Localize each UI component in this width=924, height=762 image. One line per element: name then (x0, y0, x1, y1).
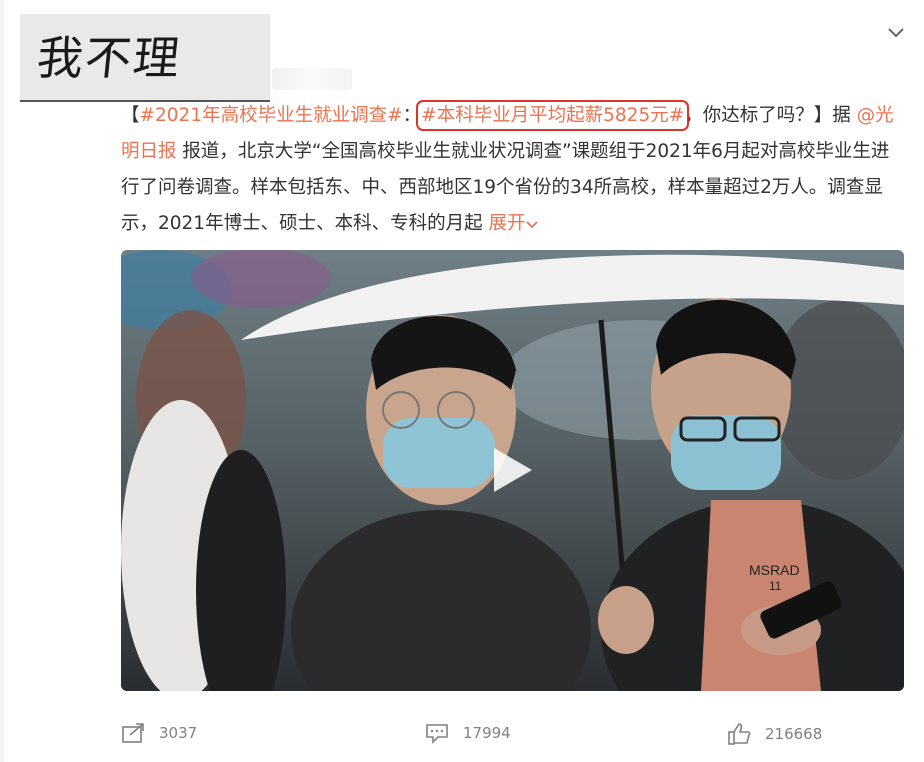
handwriting-text: 我不理解。 (27, 31, 184, 100)
comment-count: 17994 (463, 724, 511, 742)
handwriting-avatar-image[interactable]: 我不理解。 (20, 14, 270, 102)
like-count: 216668 (765, 725, 823, 743)
comment-icon (426, 724, 448, 744)
text-segment: 【 (121, 105, 140, 126)
action-bar: 3037 17994 216668 (0, 712, 924, 756)
text-segment: ： (402, 105, 422, 126)
thumbs-up-icon (728, 723, 751, 745)
share-count: 3037 (159, 724, 198, 742)
expand-label: 展开 (488, 213, 526, 234)
post-text: 【#2021年高校毕业生就业调查#：#本科毕业月平均起薪5825元#，你达标了吗… (121, 98, 906, 242)
blurred-username (272, 68, 352, 90)
like-button[interactable]: 216668 (727, 722, 822, 746)
chevron-down-icon (526, 221, 539, 229)
topic-link-employment-survey[interactable]: #2021年高校毕业生就业调查# (140, 105, 403, 126)
expand-link[interactable]: 展开 (488, 213, 539, 234)
topic-link-starting-salary[interactable]: #本科毕业月平均起薪5825元# (416, 100, 690, 131)
left-border (0, 0, 4, 762)
shirt-text: MSRAD (749, 562, 800, 578)
weibo-post-card: 我不理解。 【#2021年高校毕业生就业调查#：#本科毕业月平均起薪5825元#… (0, 0, 924, 762)
shirt-number: 11 (769, 579, 782, 593)
share-button[interactable]: 3037 (121, 722, 197, 744)
text-segment: ，你达标了吗？】据 (684, 105, 857, 126)
play-icon[interactable] (480, 440, 540, 500)
comment-button[interactable]: 17994 (425, 722, 511, 744)
chevron-down-icon[interactable] (886, 22, 906, 42)
share-icon (122, 723, 144, 743)
